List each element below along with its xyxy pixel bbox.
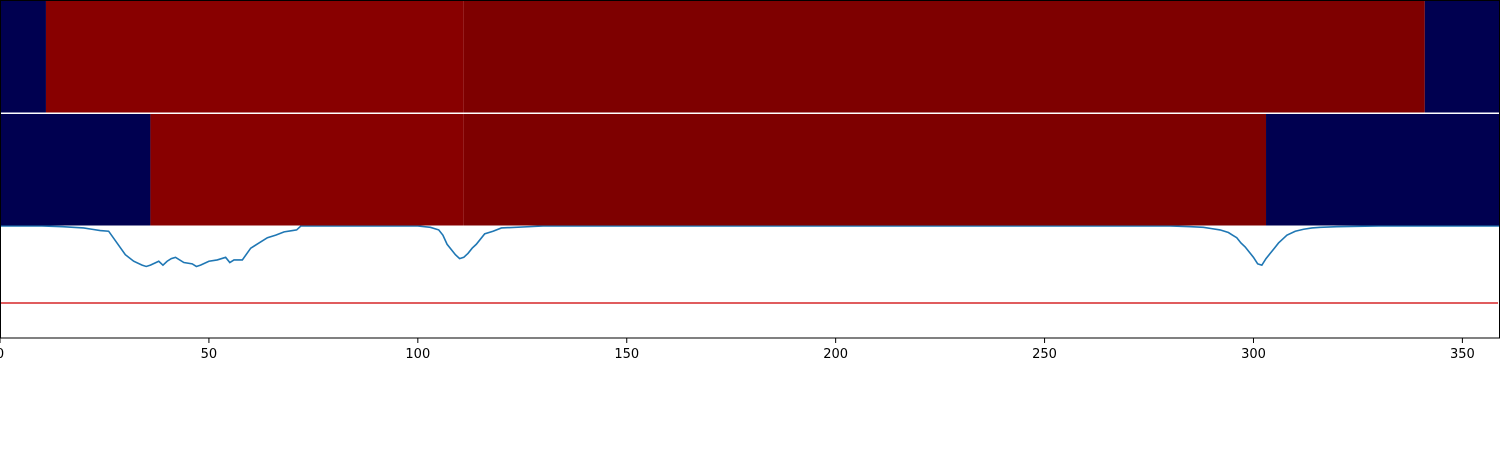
- line-layer: [0, 225, 1500, 268]
- x-tick-label: 200: [823, 347, 848, 362]
- x-tick-label: 150: [614, 347, 639, 362]
- heatmap-cell: [150, 114, 464, 226]
- heatmap-cell: [463, 114, 1267, 226]
- x-axis: 0 50 100 150 200 250 300 350: [0, 338, 1475, 362]
- heatmap-cell: [0, 1, 46, 113]
- x-tick-label: 350: [1450, 347, 1475, 362]
- x-tick-label: 300: [1241, 347, 1266, 362]
- plot-area: [0, 1, 1500, 304]
- x-tick-label: 250: [1032, 347, 1057, 362]
- x-tick-label: 50: [201, 347, 218, 362]
- heatmap-cell: [1424, 1, 1500, 113]
- heatmap-cell: [45, 1, 464, 113]
- heatmap-band-layer: [0, 1, 1500, 226]
- series-line: [0, 225, 1500, 268]
- chart: 0 50 100 150 200 250 300 350: [0, 0, 1500, 362]
- heatmap-cell: [0, 114, 151, 226]
- x-tick-label: 100: [405, 347, 430, 362]
- x-tick-label: 0: [0, 347, 4, 362]
- heatmap-cell: [1266, 114, 1500, 226]
- heatmap-cell: [463, 1, 1425, 113]
